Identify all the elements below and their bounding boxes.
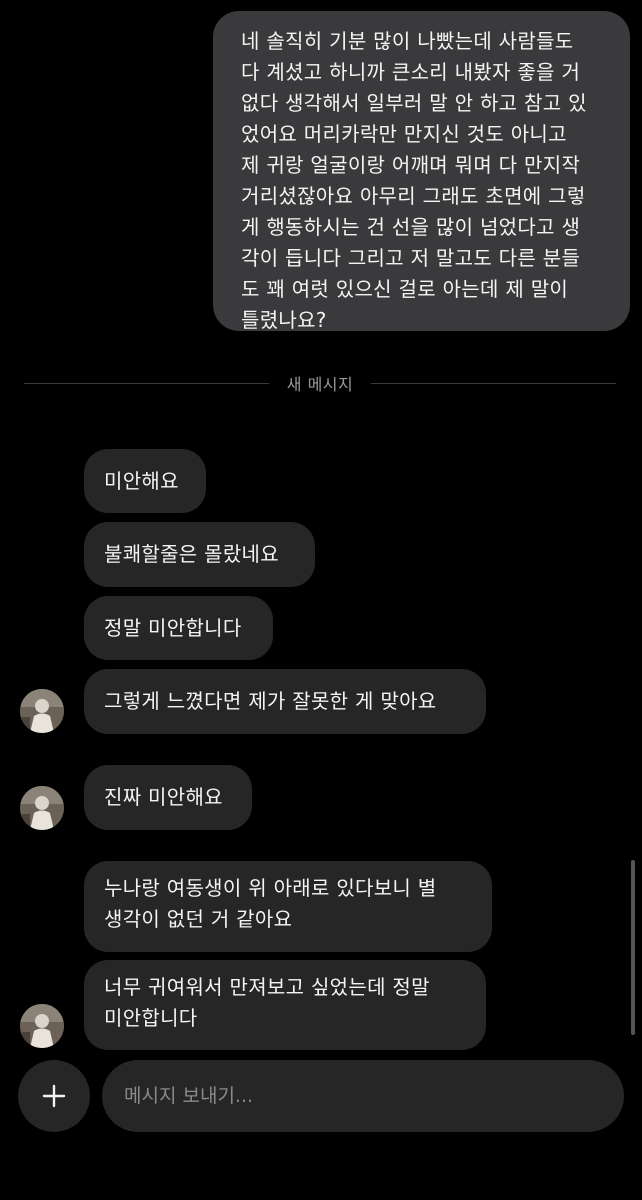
chat-thread[interactable]: 네 솔직히 기분 많이 나빴는데 사람들도 다 계셨고 하니까 큰소리 내봤자 … <box>0 0 642 1200</box>
incoming-message[interactable]: 그렇게 느꼈다면 제가 잘못한 게 맞아요 <box>84 669 486 734</box>
contact-avatar[interactable] <box>20 786 64 830</box>
message-input[interactable] <box>102 1060 624 1132</box>
avatar-photo-icon <box>20 689 64 733</box>
new-messages-divider: 새 메시지 <box>24 373 616 394</box>
incoming-message[interactable]: 불쾌할줄은 몰랐네요 <box>84 522 315 587</box>
avatar-photo-icon <box>20 1004 64 1048</box>
outgoing-message[interactable]: 네 솔직히 기분 많이 나빴는데 사람들도 다 계셨고 하니까 큰소리 내봤자 … <box>213 11 630 332</box>
incoming-message[interactable]: 미안해요 <box>84 449 206 513</box>
incoming-message[interactable]: 너무 귀여워서 만져보고 싶었는데 정말 미안합니다 <box>84 960 486 1050</box>
incoming-message[interactable]: 정말 미안합니다 <box>84 596 273 660</box>
contact-avatar[interactable] <box>20 689 64 733</box>
scrollbar[interactable] <box>631 860 635 1035</box>
divider-line-left <box>24 382 269 384</box>
incoming-message[interactable]: 진짜 미안해요 <box>84 765 252 830</box>
divider-line-right <box>371 382 616 384</box>
add-attachment-button[interactable] <box>18 1060 90 1132</box>
avatar-photo-icon <box>20 786 64 830</box>
new-messages-label: 새 메시지 <box>286 375 354 394</box>
plus-icon <box>42 1084 66 1108</box>
message-composer <box>0 1050 642 1200</box>
contact-avatar[interactable] <box>20 1004 64 1048</box>
incoming-message[interactable]: 누나랑 여동생이 위 아래로 있다보니 별 생각이 없던 거 같아요 <box>84 861 492 952</box>
